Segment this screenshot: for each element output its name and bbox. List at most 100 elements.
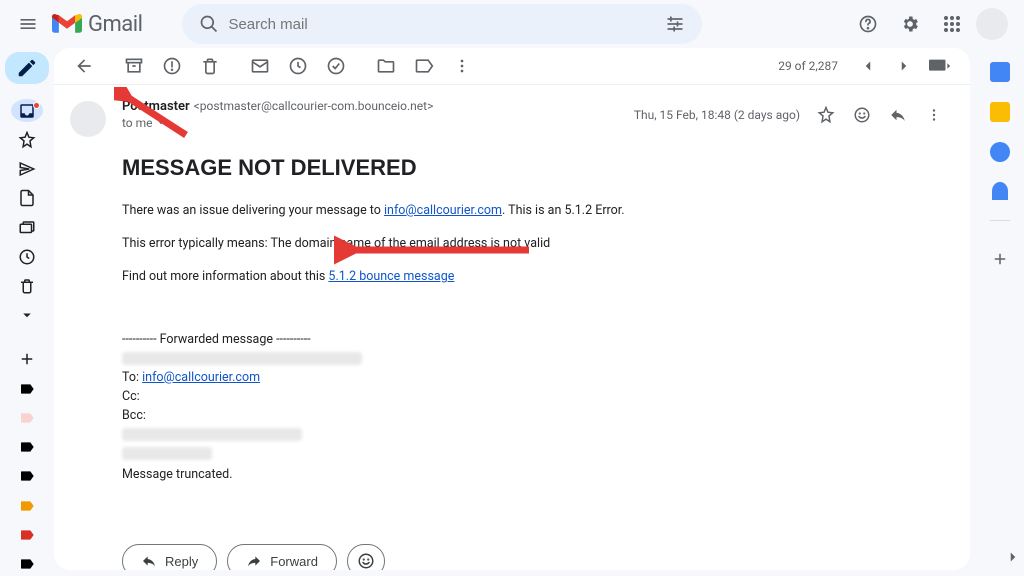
unread-dot: [33, 102, 40, 109]
sender-email: <postmaster@callcourier-com.bounceio.net…: [194, 99, 434, 113]
inbox-nav[interactable]: [11, 99, 43, 122]
labels-button[interactable]: [406, 48, 442, 84]
search-options-icon[interactable]: [656, 14, 694, 34]
send-icon: [18, 160, 36, 178]
emoji-icon: [357, 552, 375, 570]
pencil-icon: [16, 57, 38, 79]
trash-nav[interactable]: [11, 275, 43, 298]
file-icon: [18, 189, 36, 207]
delete-button[interactable]: [192, 48, 228, 84]
stacked-mail-icon: [18, 219, 36, 237]
menu-icon: [18, 14, 38, 34]
chevron-down-icon: [18, 306, 36, 324]
body-p2: This error typically means: The domain n…: [122, 236, 940, 251]
get-addons-button[interactable]: [991, 250, 1009, 272]
forward-label: Forward: [270, 554, 318, 569]
right-rail: [976, 48, 1024, 576]
tasks-app[interactable]: [990, 142, 1010, 162]
mark-unread-button[interactable]: [242, 48, 278, 84]
reply-label: Reply: [165, 554, 198, 569]
label-5[interactable]: [11, 494, 43, 517]
bounce-doc-link[interactable]: 5.1.2 bounce message: [328, 269, 454, 284]
more-nav[interactable]: [11, 304, 43, 327]
keep-app[interactable]: [990, 102, 1010, 122]
calendar-app[interactable]: [990, 62, 1010, 82]
newer-button[interactable]: [850, 48, 886, 84]
label-1[interactable]: [11, 377, 43, 400]
starred-nav[interactable]: [11, 128, 43, 151]
label-icon: [19, 410, 35, 426]
label-7[interactable]: [11, 553, 43, 576]
forward-pill[interactable]: Forward: [227, 544, 337, 570]
trash-icon: [18, 277, 36, 295]
back-button[interactable]: [66, 48, 102, 84]
all-mail-nav[interactable]: [11, 216, 43, 239]
message-toolbar: 29 of 2,287: [54, 48, 970, 85]
main-pane: 29 of 2,287 Postmaster <postmaster@callc…: [54, 48, 970, 570]
compose-button[interactable]: [5, 52, 49, 84]
message-date: Thu, 15 Feb, 18:48 (2 days ago): [634, 108, 800, 122]
drafts-nav[interactable]: [11, 187, 43, 210]
fwd-to-link[interactable]: info@callcourier.com: [142, 370, 260, 385]
plus-icon: [18, 350, 36, 368]
plus-icon: [991, 250, 1009, 268]
forwarded-separator: ---------- Forwarded message ----------: [122, 332, 940, 347]
message-more-button[interactable]: [918, 99, 950, 131]
move-button[interactable]: [368, 48, 404, 84]
fwd-bcc-label: Bcc:: [122, 408, 940, 423]
sender-name: Postmaster: [122, 99, 190, 114]
contacts-app[interactable]: [992, 182, 1008, 200]
more-actions-button[interactable]: [444, 48, 480, 84]
label-icon: [19, 381, 35, 397]
scheduled-nav[interactable]: [11, 245, 43, 268]
body-p3-pre: Find out more information about this: [122, 269, 328, 284]
search-icon[interactable]: [190, 14, 228, 34]
to-text: to me: [122, 116, 153, 130]
apps-icon[interactable]: [934, 6, 970, 42]
star-button[interactable]: [810, 99, 842, 131]
left-sidebar: [0, 48, 54, 576]
fwd-cc-label: Cc:: [122, 389, 940, 404]
gmail-text: Gmail: [88, 12, 142, 37]
reply-button[interactable]: [882, 99, 914, 131]
react-button[interactable]: [846, 99, 878, 131]
sent-nav[interactable]: [11, 157, 43, 180]
forward-icon: [246, 553, 262, 569]
gmail-logo[interactable]: Gmail: [52, 10, 142, 38]
body-p1-post: . This is an 5.1.2 Error.: [502, 203, 625, 218]
to-dropdown[interactable]: to me: [122, 116, 433, 130]
star-icon: [18, 131, 36, 149]
fwd-to-label: To:: [122, 370, 142, 385]
spam-button[interactable]: [154, 48, 190, 84]
label-icon: [19, 556, 35, 572]
sender-avatar[interactable]: [70, 101, 106, 137]
search-input[interactable]: [228, 16, 656, 33]
chevron-down-icon: [156, 118, 166, 128]
hide-panel-button[interactable]: [1004, 548, 1022, 570]
body-p1-pre: There was an issue delivering your messa…: [122, 203, 384, 218]
label-2[interactable]: [11, 406, 43, 429]
truncated-text: Message truncated.: [122, 467, 940, 482]
label-4[interactable]: [11, 465, 43, 488]
reply-pill[interactable]: Reply: [122, 544, 217, 570]
label-icon: [19, 468, 35, 484]
reply-actions: Reply Forward: [54, 544, 970, 570]
recipient-link[interactable]: info@callcourier.com: [384, 203, 502, 218]
label-3[interactable]: [11, 436, 43, 459]
account-avatar[interactable]: [976, 8, 1008, 40]
gmail-icon: [52, 10, 82, 38]
main-menu-button[interactable]: [8, 4, 48, 44]
add-task-button[interactable]: [318, 48, 354, 84]
settings-icon[interactable]: [892, 6, 928, 42]
search-bar[interactable]: [182, 4, 702, 44]
archive-button[interactable]: [116, 48, 152, 84]
new-label-button[interactable]: [11, 348, 43, 371]
older-button[interactable]: [886, 48, 922, 84]
snooze-button[interactable]: [280, 48, 316, 84]
react-pill[interactable]: [347, 544, 385, 570]
input-tools-button[interactable]: [922, 48, 958, 84]
label-6[interactable]: [11, 523, 43, 546]
label-icon: [19, 498, 35, 514]
pager-text: 29 of 2,287: [778, 59, 838, 73]
support-icon[interactable]: [850, 6, 886, 42]
